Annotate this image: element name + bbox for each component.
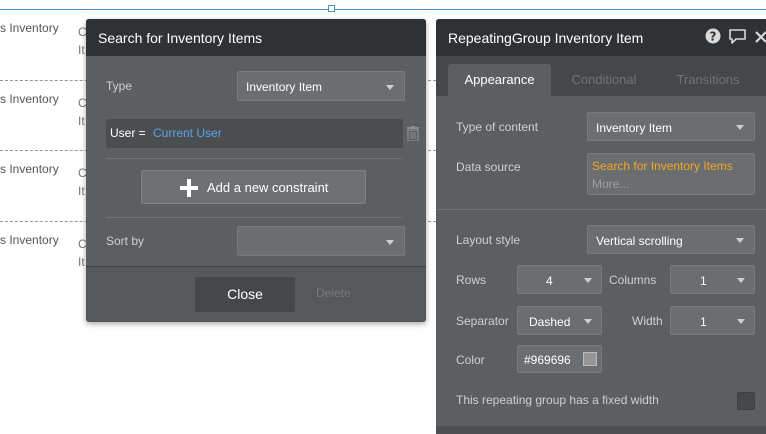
rows-dropdown[interactable]: 4 <box>517 265 602 294</box>
type-label: Type <box>106 79 133 93</box>
columns-value: 1 <box>700 274 707 288</box>
add-constraint-button[interactable]: Add a new constraint <box>141 170 366 204</box>
type-dropdown[interactable]: Inventory Item <box>237 71 405 101</box>
layout-style-value: Vertical scrolling <box>596 234 683 248</box>
separator-label: Separator <box>456 314 509 328</box>
trash-icon[interactable] <box>407 126 419 141</box>
panel-bottom-band <box>436 426 766 434</box>
type-value: Inventory Item <box>246 80 323 94</box>
tab-conditional[interactable]: Conditional <box>556 64 652 96</box>
caret-down-icon <box>737 319 745 324</box>
divider <box>106 217 403 218</box>
property-editor: RepeatingGroup Inventory Item ? Appearan… <box>436 19 766 434</box>
color-swatch[interactable] <box>583 352 597 366</box>
width-dropdown[interactable]: 1 <box>670 306 755 335</box>
tab-appearance[interactable]: Appearance <box>448 64 551 96</box>
columns-dropdown[interactable]: 1 <box>670 265 755 294</box>
question-circle-icon[interactable]: ? <box>705 28 721 44</box>
delete-button[interactable]: Delete <box>316 286 351 300</box>
type-of-content-dropdown[interactable]: Inventory Item <box>587 112 755 141</box>
constraint-value[interactable]: Current User <box>153 126 222 140</box>
rows-label: Rows <box>456 273 487 287</box>
layout-style-label: Layout style <box>456 233 521 247</box>
tabs-bar: Appearance Conditional Transitions <box>436 56 766 96</box>
dialog-footer: Close Delete <box>86 266 426 322</box>
separator-dropdown[interactable]: Dashed <box>517 306 602 335</box>
color-label: Color <box>456 353 485 367</box>
type-of-content-label: Type of content <box>456 120 539 134</box>
width-label: Width <box>632 314 663 328</box>
x-icon[interactable] <box>755 30 766 44</box>
speech-bubble-icon[interactable] <box>728 28 747 45</box>
close-button-label: Close <box>227 286 263 302</box>
caret-down-icon <box>737 278 745 283</box>
data-source-expression[interactable]: Search for Inventory Items <box>592 159 733 173</box>
separator-value: Dashed <box>529 315 571 329</box>
rows-value: 4 <box>546 274 553 288</box>
layout-style-dropdown[interactable]: Vertical scrolling <box>587 225 755 254</box>
caret-down-icon <box>736 125 744 130</box>
columns-label: Columns <box>609 273 657 287</box>
width-value: 1 <box>700 315 707 329</box>
caret-down-icon <box>386 85 394 90</box>
tab-transitions[interactable]: Transitions <box>660 64 756 96</box>
cell-item-name: s Inventory <box>0 162 59 176</box>
plus-icon <box>180 179 198 197</box>
color-hex-value: #969696 <box>524 353 571 367</box>
resize-handle[interactable] <box>328 5 335 12</box>
constraint-field: User = <box>110 126 146 140</box>
divider <box>106 158 403 159</box>
color-picker[interactable]: #969696 <box>517 345 602 373</box>
data-source-label: Data source <box>456 160 521 174</box>
property-editor-header: RepeatingGroup Inventory Item ? <box>436 19 766 56</box>
sort-by-label: Sort by <box>106 234 145 248</box>
close-button[interactable]: Close <box>195 277 295 312</box>
search-dialog: Search for Inventory Items Type Inventor… <box>86 19 426 322</box>
caret-down-icon <box>386 240 394 245</box>
fixed-width-checkbox[interactable] <box>737 392 755 410</box>
dialog-header: Search for Inventory Items <box>86 19 426 56</box>
caret-down-icon <box>736 238 744 243</box>
data-source-field[interactable]: Search for Inventory Items More... <box>587 153 755 195</box>
cell-item-name: s Inventory <box>0 21 59 35</box>
data-source-more[interactable]: More... <box>592 177 629 191</box>
svg-text:?: ? <box>710 30 717 44</box>
cell-item-name: s Inventory <box>0 233 59 247</box>
repeating-group-selection-border <box>0 9 766 10</box>
dialog-title: Search for Inventory Items <box>98 30 263 46</box>
property-editor-title: RepeatingGroup Inventory Item <box>448 30 644 46</box>
constraint-row[interactable]: User = Current User <box>106 119 403 148</box>
repeating-group-cell[interactable]: s Inventory C It <box>0 92 100 162</box>
fixed-width-label: This repeating group has a fixed width <box>456 393 659 407</box>
add-constraint-label: Add a new constraint <box>207 180 329 195</box>
sort-by-dropdown[interactable] <box>237 226 405 256</box>
cell-item-name: s Inventory <box>0 92 59 106</box>
section-divider <box>436 209 766 210</box>
caret-down-icon <box>584 319 592 324</box>
repeating-group-cell[interactable]: s Inventory C It <box>0 233 100 303</box>
caret-down-icon <box>584 278 592 283</box>
type-of-content-value: Inventory Item <box>596 121 673 135</box>
